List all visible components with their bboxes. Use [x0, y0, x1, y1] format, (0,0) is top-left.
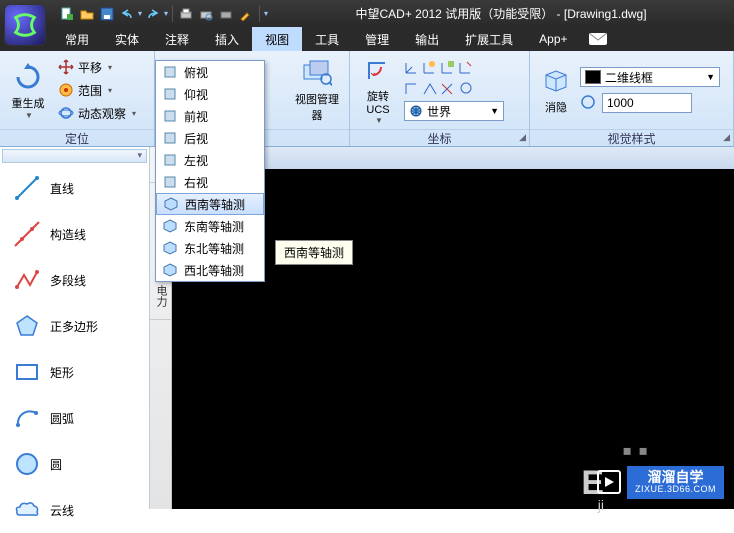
cube-front-icon	[162, 108, 178, 124]
tool-xline[interactable]: 构造线	[0, 211, 149, 257]
dialog-launcher-icon[interactable]: ◢	[519, 132, 526, 143]
ucs-icon-2[interactable]	[422, 59, 438, 78]
hide-button[interactable]: 消隐	[536, 55, 576, 125]
tool-line[interactable]: 直线	[0, 165, 149, 211]
open-icon[interactable]	[78, 5, 96, 23]
iso-ne-icon	[162, 240, 178, 256]
tool-polygon[interactable]: 正多边形	[0, 303, 149, 349]
ucs-icon-3[interactable]	[440, 59, 456, 78]
circle-option-icon[interactable]	[580, 94, 596, 113]
globe-icon	[409, 104, 423, 118]
tab-app[interactable]: App+	[526, 27, 580, 51]
new-icon[interactable]	[58, 5, 76, 23]
save-icon[interactable]	[98, 5, 116, 23]
view-bottom[interactable]: 仰视	[156, 83, 264, 105]
rectangle-icon	[14, 359, 40, 385]
tool-rectangle[interactable]: 矩形	[0, 349, 149, 395]
view-front[interactable]: 前视	[156, 105, 264, 127]
window-title: 中望CAD+ 2012 试用版（功能受限） - [Drawing1.dwg]	[274, 5, 728, 22]
cube-bottom-icon	[162, 86, 178, 102]
ucs-icon-7[interactable]	[440, 80, 456, 99]
circle-icon	[14, 451, 40, 477]
cloud-icon	[14, 497, 40, 523]
ucs-icon-4[interactable]	[458, 59, 474, 78]
watermark-dots-icon: ▪▪	[622, 435, 654, 467]
arc-icon	[14, 405, 40, 431]
view-left[interactable]: 左视	[156, 149, 264, 171]
ucs-icon-8[interactable]	[458, 80, 474, 99]
ribbon: 重生成 ▼ 平移▾ 范围▾ 动态观察▾ 定位	[0, 51, 734, 147]
app-menu-button[interactable]	[4, 4, 46, 46]
cube-back-icon	[162, 130, 178, 146]
xline-icon	[14, 221, 40, 247]
extent-icon	[58, 82, 74, 98]
watermark: 溜溜自学 ZIXUE.3D66.COM	[597, 466, 724, 499]
view-manager-button[interactable]: 视图管理器	[295, 55, 339, 125]
view-nw-iso[interactable]: 西北等轴测	[156, 259, 264, 281]
redo-icon[interactable]	[144, 5, 162, 23]
line-icon	[14, 175, 40, 201]
cube-right-icon	[162, 174, 178, 190]
tool-circle[interactable]: 圆	[0, 441, 149, 487]
group-label-navigate: 定位	[65, 132, 89, 146]
iso-sw-icon	[163, 196, 179, 212]
play-icon	[597, 470, 621, 494]
plot-icon[interactable]	[177, 5, 195, 23]
iso-se-icon	[162, 218, 178, 234]
style-swatch-icon	[585, 70, 601, 84]
view-dropdown-menu: 俯视 仰视 前视 后视 左视 右视 西南等轴测 东南等轴测 东北等轴测 西北等轴…	[155, 60, 265, 282]
tab-manage[interactable]: 管理	[352, 27, 402, 51]
view-sw-iso[interactable]: 西南等轴测	[156, 193, 264, 215]
view-right[interactable]: 右视	[156, 171, 264, 193]
view-ne-iso[interactable]: 东北等轴测	[156, 237, 264, 259]
tab-solid[interactable]: 实体	[102, 27, 152, 51]
tab-insert[interactable]: 插入	[202, 27, 252, 51]
dialog-launcher-icon[interactable]: ◢	[723, 132, 730, 143]
print-icon[interactable]	[217, 5, 235, 23]
visual-style-combo[interactable]: 二维线框 ▼	[580, 67, 720, 87]
iso-nw-icon	[162, 262, 178, 278]
pan-icon	[58, 59, 74, 75]
group-label-coord: 坐标	[427, 132, 451, 146]
tab-annotate[interactable]: 注释	[152, 27, 202, 51]
view-back[interactable]: 后视	[156, 127, 264, 149]
cube-left-icon	[162, 152, 178, 168]
cube-top-icon	[162, 64, 178, 80]
tool-pline[interactable]: 多段线	[0, 257, 149, 303]
tab-common[interactable]: 常用	[52, 27, 102, 51]
tab-view[interactable]: 视图	[252, 27, 302, 51]
regen-button[interactable]: 重生成 ▼	[6, 55, 50, 125]
extent-button[interactable]: 范围▾	[54, 79, 140, 101]
pline-icon	[14, 267, 40, 293]
rotate-ucs-button[interactable]: 旋转UCS ▼	[356, 55, 400, 125]
ribbon-tabs: 常用 实体 注释 插入 视图 工具 管理 输出 扩展工具 App+	[0, 27, 734, 51]
polygon-icon	[14, 313, 40, 339]
view-top[interactable]: 俯视	[156, 61, 264, 83]
tooltip: 西南等轴测	[275, 240, 353, 265]
orbit-button[interactable]: 动态观察▾	[54, 102, 140, 124]
orbit-icon	[58, 105, 74, 121]
pan-button[interactable]: 平移▾	[54, 56, 140, 78]
match-prop-icon[interactable]	[237, 5, 255, 23]
mail-icon[interactable]	[589, 27, 607, 51]
plot-preview-icon[interactable]	[197, 5, 215, 23]
quick-access-toolbar: ▾ ▾ ▾	[58, 5, 268, 23]
undo-icon[interactable]	[118, 5, 136, 23]
view-se-iso[interactable]: 东南等轴测	[156, 215, 264, 237]
tab-ext[interactable]: 扩展工具	[452, 27, 526, 51]
ucs-icon-1[interactable]	[404, 59, 420, 78]
ucs-icon-6[interactable]	[422, 80, 438, 99]
ucs-combo[interactable]: 世界 ▼	[404, 101, 504, 121]
title-bar: ▾ ▾ ▾ 中望CAD+ 2012 试用版（功能受限） - [Drawing1.…	[0, 0, 734, 27]
draw-tool-panel: 直线 构造线 多段线 正多边形 矩形 圆弧 圆 云线	[0, 147, 150, 509]
tool-revcloud[interactable]: 云线	[0, 487, 149, 533]
value-input[interactable]	[602, 93, 692, 113]
tab-tools[interactable]: 工具	[302, 27, 352, 51]
tab-output[interactable]: 输出	[402, 27, 452, 51]
ucs-icon-5[interactable]	[404, 80, 420, 99]
group-label-visual: 视觉样式	[607, 132, 655, 146]
tool-arc[interactable]: 圆弧	[0, 395, 149, 441]
panel-grip[interactable]	[2, 149, 147, 163]
